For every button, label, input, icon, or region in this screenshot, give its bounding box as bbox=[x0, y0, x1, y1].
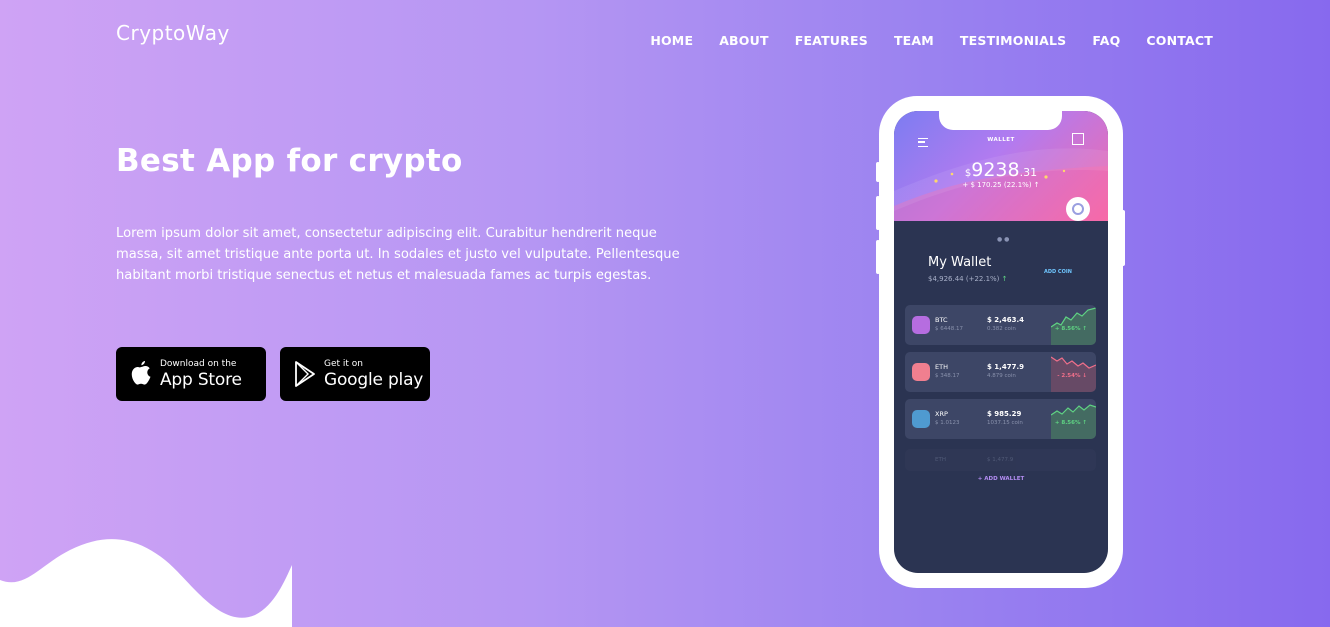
nav-features[interactable]: FEATURES bbox=[795, 33, 868, 48]
google-play-big-text: Google play bbox=[324, 369, 424, 390]
coin-change-percent: - 2.54% ↓ bbox=[1057, 373, 1087, 379]
nav-faq[interactable]: FAQ bbox=[1092, 33, 1120, 48]
refresh-icon[interactable] bbox=[1066, 197, 1090, 221]
brand-logo[interactable]: CryptoWay bbox=[116, 21, 230, 45]
balance-main: 9238 bbox=[971, 159, 1020, 181]
coin-card-btc[interactable]: BTC $ 6448.17 $ 2,463.4 0.382 coin + 8.5… bbox=[905, 305, 1096, 345]
add-wallet-button[interactable]: + ADD WALLET bbox=[894, 476, 1108, 482]
coin-change-percent: + 8.56% ↑ bbox=[1054, 420, 1087, 426]
google-play-button[interactable]: Get it on Google play bbox=[280, 347, 430, 401]
coin-amount: 1037.15 coin bbox=[987, 420, 1023, 426]
phone-mockup: WALLET $9238.31 + $ 170.25 (22.1%) ↑ ● ●… bbox=[879, 96, 1123, 588]
ripple-icon bbox=[912, 410, 930, 428]
sparkline-chart bbox=[1051, 307, 1096, 345]
google-play-icon bbox=[295, 361, 315, 387]
coin-price: $ 1.0123 bbox=[935, 420, 960, 426]
add-coin-button[interactable]: ADD COIN bbox=[1044, 269, 1072, 275]
coin-symbol: ETH bbox=[935, 457, 946, 463]
hero-description: Lorem ipsum dolor sit amet, consectetur … bbox=[116, 226, 680, 283]
nav-home[interactable]: HOME bbox=[650, 33, 693, 48]
pager-dots: ● ● bbox=[997, 236, 1010, 243]
coin-value: $ 985.29 bbox=[987, 410, 1022, 418]
google-play-small-text: Get it on bbox=[324, 358, 364, 369]
app-store-small-text: Download on the bbox=[160, 358, 237, 369]
my-wallet-value: $4,926.44 (+22.1%) ↑ bbox=[928, 275, 1008, 283]
nav-about[interactable]: ABOUT bbox=[719, 33, 769, 48]
phone-screen: WALLET $9238.31 + $ 170.25 (22.1%) ↑ ● ●… bbox=[894, 111, 1108, 573]
coin-value: $ 2,463.4 bbox=[987, 316, 1024, 324]
nav-testimonials[interactable]: TESTIMONIALS bbox=[960, 33, 1066, 48]
coin-price: $ 348.17 bbox=[935, 373, 960, 379]
hero-title: Best App for crypto bbox=[116, 143, 463, 179]
balance-change: + $ 170.25 (22.1%) ↑ bbox=[962, 181, 1040, 189]
ethereum-icon bbox=[912, 363, 930, 381]
bottom-wave-shape bbox=[0, 539, 292, 627]
coin-symbol: ETH bbox=[935, 363, 948, 371]
total-balance: $9238.31 bbox=[894, 159, 1108, 181]
coin-change-percent: + 8.56% ↑ bbox=[1054, 326, 1087, 332]
nav-team[interactable]: TEAM bbox=[894, 33, 934, 48]
coin-value: $ 1,477.9 bbox=[987, 363, 1024, 371]
my-wallet-title: My Wallet bbox=[928, 255, 992, 270]
up-arrow-icon: ↑ bbox=[1001, 275, 1008, 283]
bitcoin-icon bbox=[912, 316, 930, 334]
coin-symbol: XRP bbox=[935, 410, 948, 418]
apple-icon bbox=[131, 361, 151, 385]
app-store-button[interactable]: Download on the App Store bbox=[116, 347, 266, 401]
balance-decimal: .31 bbox=[1019, 166, 1038, 179]
app-store-big-text: App Store bbox=[160, 369, 242, 390]
sparkline-chart bbox=[1051, 404, 1096, 439]
coin-price: $ 6448.17 bbox=[935, 326, 963, 332]
wallet-value-text: $4,926.44 (+22.1%) bbox=[928, 275, 1000, 283]
nav-contact[interactable]: CONTACT bbox=[1146, 33, 1213, 48]
coin-card-xrp[interactable]: XRP $ 1.0123 $ 985.29 1037.15 coin + 8.5… bbox=[905, 399, 1096, 439]
coin-amount: 0.382 coin bbox=[987, 326, 1016, 332]
coin-card-faded: ETH $ 1,477.9 bbox=[905, 449, 1096, 471]
coin-amount: 4.879 coin bbox=[987, 373, 1016, 379]
qr-code-icon[interactable] bbox=[1072, 133, 1084, 145]
coin-card-eth[interactable]: ETH $ 348.17 $ 1,477.9 4.879 coin - 2.54… bbox=[905, 352, 1096, 392]
main-nav: HOME ABOUT FEATURES TEAM TESTIMONIALS FA… bbox=[650, 33, 1213, 48]
coin-value: $ 1,477.9 bbox=[987, 457, 1014, 463]
coin-symbol: BTC bbox=[935, 316, 948, 324]
sparkline-chart bbox=[1051, 356, 1096, 392]
phone-notch bbox=[939, 110, 1062, 130]
